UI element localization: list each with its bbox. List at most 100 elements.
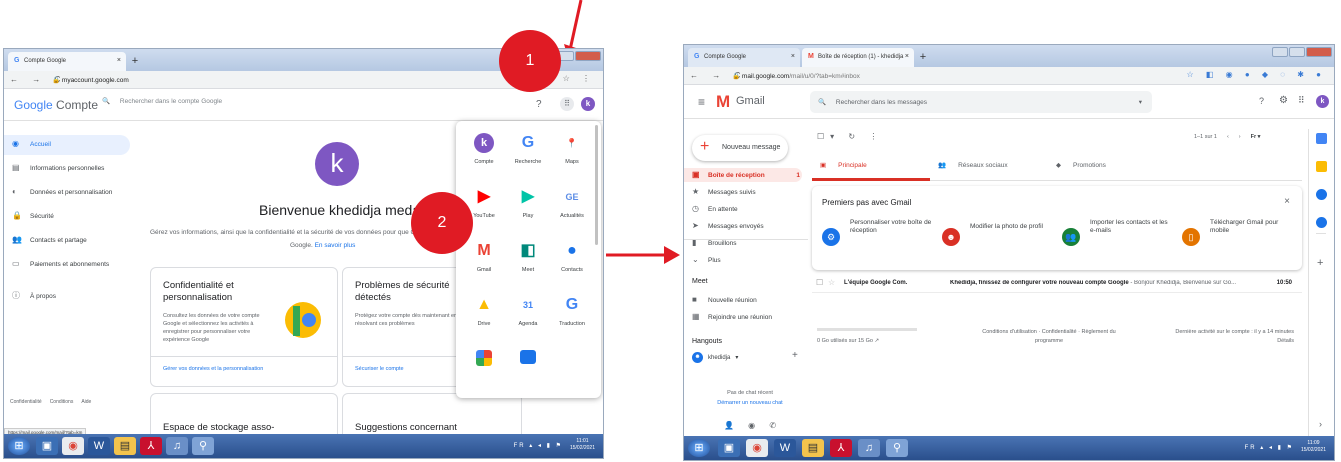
main-menu-icon[interactable]: ≡: [698, 95, 705, 109]
help-icon[interactable]: ?: [1259, 96, 1264, 106]
url-field[interactable]: 🔒 mail.google.com/mail/u/0/?tab=km#inbox: [732, 72, 860, 80]
help-link[interactable]: Aide: [81, 399, 91, 405]
new-tab-button[interactable]: +: [916, 50, 930, 64]
nav-item-5[interactable]: ⌄ Plus: [692, 256, 800, 264]
learn-more-link[interactable]: En savoir plus: [315, 242, 356, 249]
tab-1[interactable]: 👥 Réseaux sociaux: [930, 149, 1048, 181]
avatar[interactable]: k: [1316, 95, 1329, 108]
app-contacts[interactable]: ● Contacts: [552, 241, 592, 273]
chrome-taskbar-icon[interactable]: ◉: [62, 437, 84, 455]
nav-item-1[interactable]: ★ Messages suivis: [692, 188, 800, 196]
calendar-icon[interactable]: [1316, 133, 1327, 144]
app-drive[interactable]: ▲ Drive: [464, 295, 504, 327]
email-row[interactable]: ☐ ☆ L'équipe Google Com. Khedidja, finis…: [812, 275, 1302, 293]
system-tray[interactable]: FR ▴ ◂ ▮ ⚑: [1245, 444, 1294, 451]
taskbar-app-icon[interactable]: ▣: [718, 439, 740, 457]
apps-grid-icon[interactable]: ⠿: [560, 97, 574, 111]
media-taskbar-icon[interactable]: ♫: [858, 439, 880, 457]
clock[interactable]: 11:09 15/02/2021: [1301, 440, 1326, 454]
extension-icons[interactable]: ☆ ◧ ◉ ● ◆ ◌ ✱ ●: [1186, 70, 1326, 79]
tab-0[interactable]: ▣ Principale: [812, 149, 930, 181]
panel-scrollbar[interactable]: [595, 125, 598, 245]
details-link[interactable]: Détails: [1144, 337, 1294, 346]
folder-taskbar-icon[interactable]: ▤: [802, 439, 824, 457]
close-window-button[interactable]: [1306, 47, 1332, 57]
tab-gmail[interactable]: M Boîte de réception (1) - khedidja ×: [802, 48, 914, 67]
app-maps[interactable]: 📍 Maps: [552, 133, 592, 165]
secure-account-link[interactable]: Sécuriser le compte: [355, 366, 404, 372]
settings-gear-icon[interactable]: ⚙: [1279, 95, 1288, 106]
manage-data-link[interactable]: Gérer vos données et la personnalisation: [163, 366, 263, 372]
add-addon-icon[interactable]: +: [1317, 257, 1323, 269]
sidebar-item-2[interactable]: ◐ Données et personnalisation: [12, 188, 112, 196]
app-google-search[interactable]: G Recherche: [508, 133, 548, 165]
footer-terms[interactable]: Conditions d'utilisation · Confidentiali…: [974, 328, 1124, 346]
row-checkbox[interactable]: ☐: [816, 278, 823, 287]
meet-item-1[interactable]: ▦ Rejoindre une réunion: [692, 313, 772, 321]
media-taskbar-icon[interactable]: ♫: [166, 437, 188, 455]
search-options-icon[interactable]: ▾: [1139, 98, 1142, 106]
profile-avatar[interactable]: k: [315, 142, 359, 186]
network-taskbar-icon[interactable]: ⚲: [886, 439, 908, 457]
close-window-button[interactable]: [575, 51, 601, 61]
next-page-icon[interactable]: ›: [1239, 134, 1241, 140]
tab-account[interactable]: G Compte Google ×: [8, 52, 126, 71]
apps-grid-icon[interactable]: ⠿: [1298, 95, 1305, 106]
keep-icon[interactable]: [1316, 161, 1327, 172]
avatar[interactable]: k: [581, 97, 595, 111]
nav-item-2[interactable]: ◷ En attente: [692, 205, 800, 213]
onboarding-tile-3[interactable]: ▯ Télécharger Gmail pour mobile: [1182, 219, 1292, 246]
nav-item-0[interactable]: ▣ Boîte de réception 1: [692, 171, 800, 179]
sidebar-item-1[interactable]: ▤ Informations personnelles: [12, 164, 104, 172]
contacts-icon[interactable]: [1316, 217, 1327, 228]
url-field[interactable]: 🔒 myaccount.google.com: [52, 76, 129, 84]
nav-item-3[interactable]: ➤ Messages envoyés: [692, 222, 800, 230]
add-chat-icon[interactable]: +: [792, 350, 798, 361]
gmail-wordmark[interactable]: Gmail: [736, 95, 765, 107]
sidebar-item-3[interactable]: 🔒 Sécurité: [12, 212, 54, 220]
start-button[interactable]: ⊞: [688, 439, 710, 457]
prev-page-icon[interactable]: ‹: [1227, 134, 1229, 140]
sidebar-item-0[interactable]: ◉ Accueil: [12, 140, 51, 148]
close-tab-icon[interactable]: ×: [117, 57, 121, 64]
tasks-icon[interactable]: [1316, 189, 1327, 200]
photos-icon[interactable]: [476, 350, 492, 366]
privacy-card[interactable]: Confidentialité et personnalisation Cons…: [150, 267, 338, 387]
word-taskbar-icon[interactable]: W: [88, 437, 110, 455]
sidebar-item-6[interactable]: ⓘ À propos: [12, 292, 56, 300]
gmail-logo-icon[interactable]: M: [716, 92, 730, 112]
input-tools-button[interactable]: Fr ▾: [1251, 134, 1261, 140]
close-icon[interactable]: ×: [1284, 196, 1290, 207]
chrome-taskbar-icon[interactable]: ◉: [746, 439, 768, 457]
hangouts-user[interactable]: ☻ khedidja ▾: [692, 352, 738, 363]
open-storage-icon[interactable]: ↗: [874, 338, 879, 344]
terms-link[interactable]: Conditions: [50, 399, 74, 405]
onboarding-tile-1[interactable]: ☻ Modifier la photo de profil: [942, 223, 1052, 246]
close-tab-icon[interactable]: ×: [905, 53, 909, 60]
app-gmail[interactable]: M Gmail: [464, 241, 504, 273]
duo-icon[interactable]: [520, 350, 536, 364]
app-play[interactable]: ▶ Play: [508, 187, 548, 219]
onboarding-tile-2[interactable]: 👥 Importer les contacts et les e-mails: [1062, 219, 1172, 246]
taskbar-app-icon[interactable]: ▣: [36, 437, 58, 455]
folder-taskbar-icon[interactable]: ▤: [114, 437, 136, 455]
search-input[interactable]: 🔍 Rechercher dans les messages ▾: [810, 91, 1152, 113]
sidebar-item-5[interactable]: ▭ Paiements et abonnements: [12, 260, 109, 268]
star-icon[interactable]: ☆: [828, 278, 835, 287]
tab-2[interactable]: ◆ Promotions: [1048, 149, 1166, 181]
more-options-icon[interactable]: ⋮: [869, 132, 883, 141]
app-calendar[interactable]: 31 Agenda: [508, 295, 548, 327]
system-tray[interactable]: FR ▴ ◂ ▮ ⚑: [514, 442, 563, 449]
clock[interactable]: 11:01 15/02/2021: [570, 438, 595, 452]
app-translate[interactable]: G Traduction: [552, 295, 592, 327]
word-taskbar-icon[interactable]: W: [774, 439, 796, 457]
search-input[interactable]: 🔍 Rechercher dans le compte Google: [102, 97, 422, 113]
start-chat-link[interactable]: Démarrer un nouveau chat: [692, 400, 808, 406]
google-account-logo[interactable]: Google Compte: [14, 98, 98, 112]
onboarding-tile-0[interactable]: ⚙ Personnaliser votre boîte de réception: [822, 219, 932, 246]
chat-toolbar[interactable]: 👤 ◉ ✆: [724, 421, 782, 430]
close-tab-icon[interactable]: ×: [791, 53, 795, 60]
meet-item-0[interactable]: ■ Nouvelle réunion: [692, 296, 757, 304]
minimize-button[interactable]: [1272, 47, 1288, 57]
pdf-taskbar-icon[interactable]: ⅄: [140, 437, 162, 455]
